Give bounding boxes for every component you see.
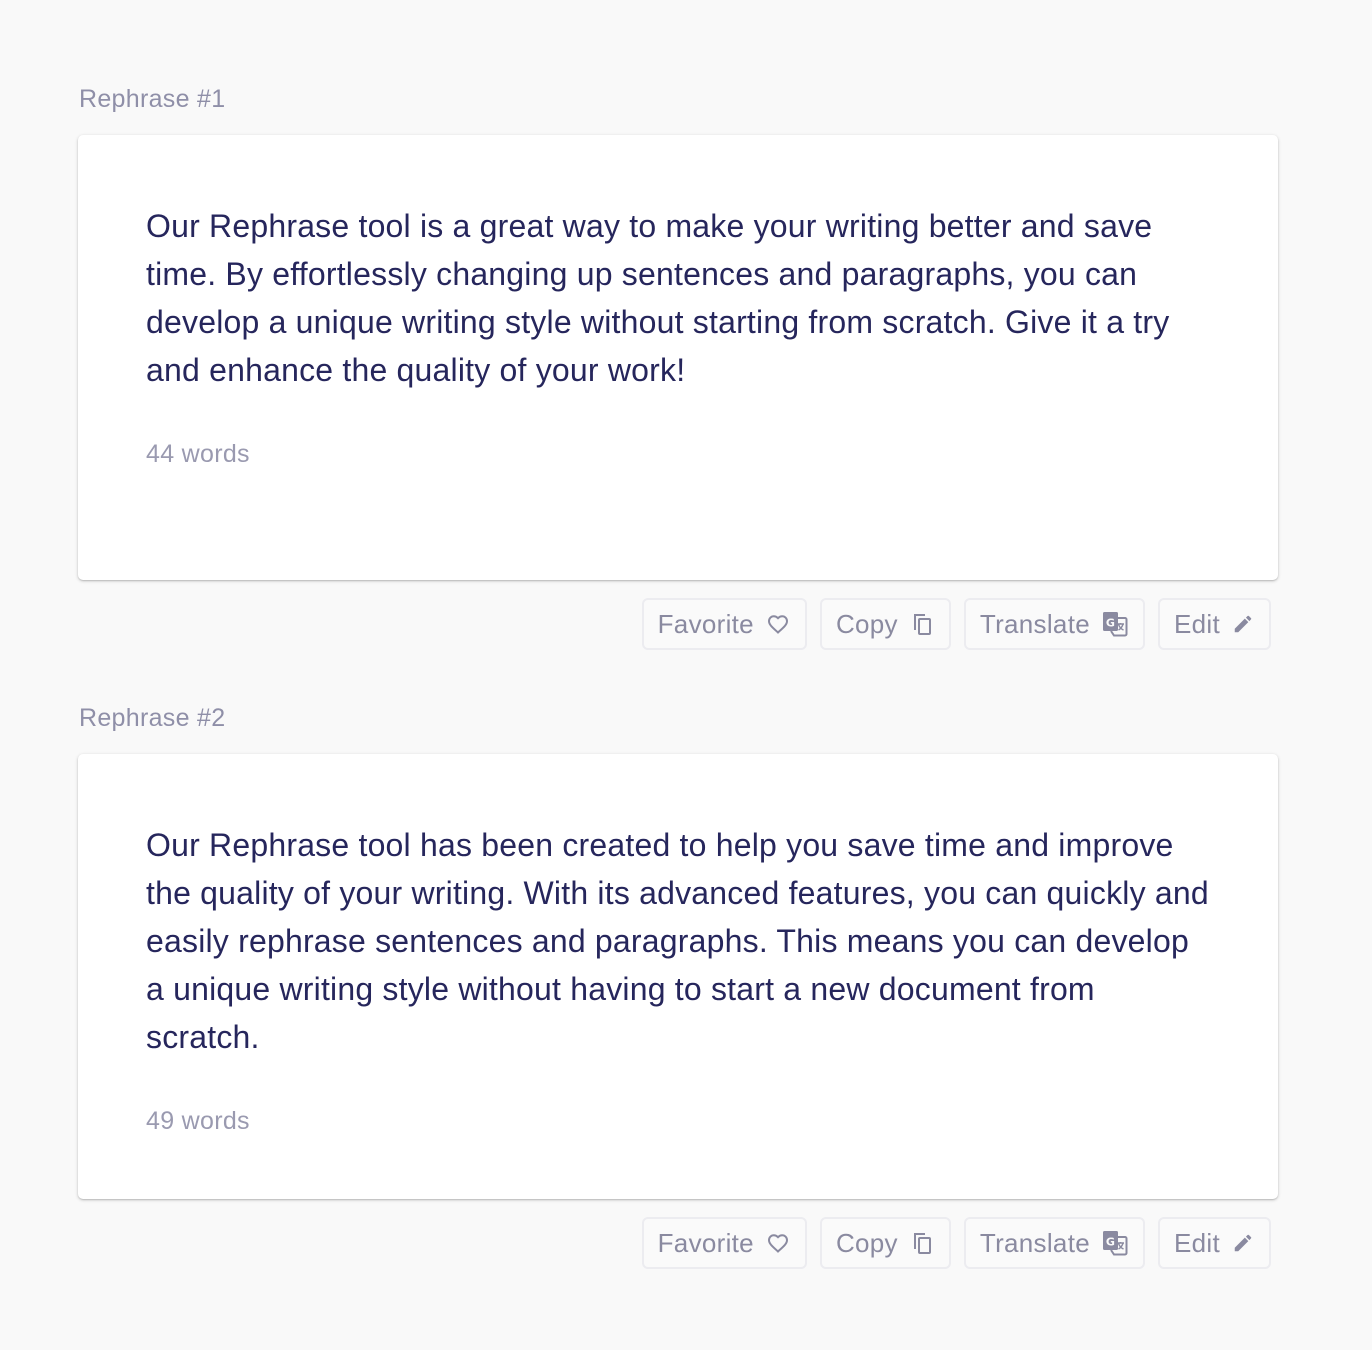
word-count: 44 words — [146, 440, 250, 468]
rephrase-label: Rephrase #1 — [79, 85, 226, 113]
google-translate-icon: G — [1102, 1230, 1128, 1256]
pencil-icon — [1232, 1232, 1254, 1254]
edit-button-label: Edit — [1173, 1227, 1220, 1258]
rephrase-text: Our Rephrase tool has been created to he… — [146, 827, 1209, 1055]
action-bar: Favorite Copy Translate G Edit — [641, 1217, 1271, 1269]
word-count: 49 words — [146, 1107, 250, 1135]
action-bar: Favorite Copy Translate G Edit — [641, 598, 1271, 650]
copy-button[interactable]: Copy — [819, 598, 951, 650]
edit-button[interactable]: Edit — [1157, 1217, 1271, 1269]
translate-button[interactable]: Translate G — [963, 598, 1145, 650]
heart-outline-icon — [766, 612, 790, 636]
edit-button[interactable]: Edit — [1157, 598, 1271, 650]
svg-text:G: G — [1106, 1236, 1115, 1249]
translate-button-label: Translate — [979, 608, 1090, 639]
rephrase-card: Our Rephrase tool has been created to he… — [78, 754, 1278, 1199]
favorite-button[interactable]: Favorite — [641, 1217, 807, 1269]
rephrase-result-1: Rephrase #1 Our Rephrase tool is a great… — [78, 84, 1278, 650]
svg-text:G: G — [1106, 617, 1115, 630]
edit-button-label: Edit — [1173, 608, 1220, 639]
heart-outline-icon — [766, 1231, 790, 1255]
rephrase-card: Our Rephrase tool is a great way to make… — [78, 135, 1278, 580]
favorite-button-label: Favorite — [657, 1227, 754, 1258]
translate-button-label: Translate — [979, 1227, 1090, 1258]
rephrase-result-2: Rephrase #2 Our Rephrase tool has been c… — [78, 703, 1278, 1269]
favorite-button-label: Favorite — [657, 608, 754, 639]
copy-button[interactable]: Copy — [819, 1217, 951, 1269]
rephrase-label: Rephrase #2 — [79, 704, 226, 732]
copy-icon — [910, 1230, 934, 1256]
copy-button-label: Copy — [835, 1227, 898, 1258]
google-translate-icon: G — [1102, 611, 1128, 637]
copy-icon — [910, 611, 934, 637]
favorite-button[interactable]: Favorite — [641, 598, 807, 650]
rephrase-text: Our Rephrase tool is a great way to make… — [146, 208, 1170, 388]
pencil-icon — [1232, 613, 1254, 635]
translate-button[interactable]: Translate G — [963, 1217, 1145, 1269]
copy-button-label: Copy — [835, 608, 898, 639]
